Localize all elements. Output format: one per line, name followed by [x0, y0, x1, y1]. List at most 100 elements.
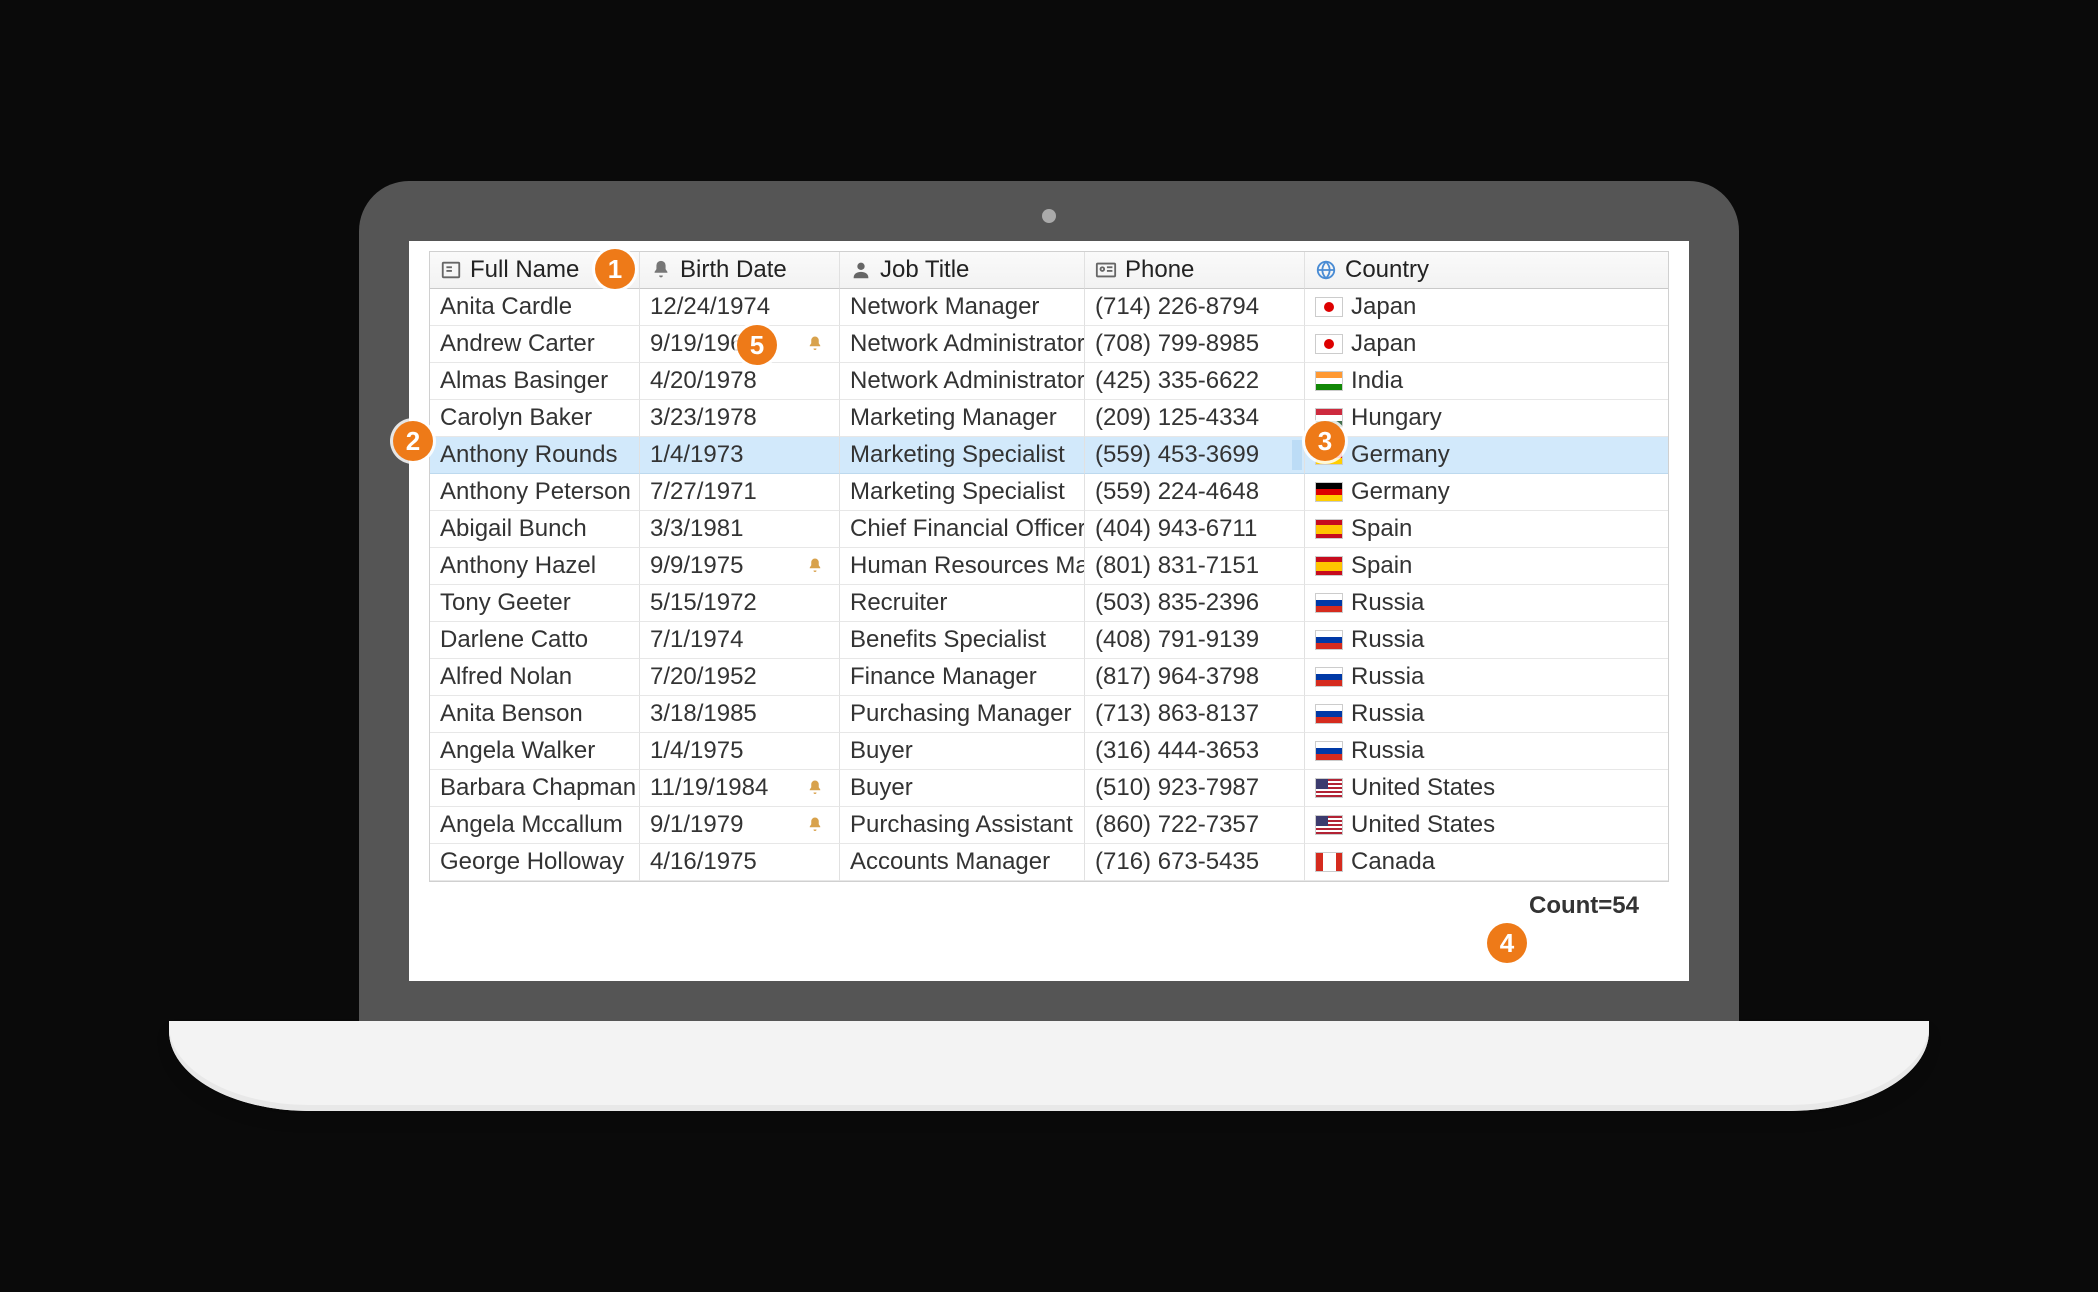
cell-country[interactable]: Japan [1305, 289, 1668, 326]
cell-phone[interactable]: (714) 226-8794 [1085, 289, 1305, 326]
table-row[interactable]: Carolyn Baker3/23/1978Marketing Manager(… [430, 400, 1668, 437]
table-row[interactable]: George Holloway4/16/1975Accounts Manager… [430, 844, 1668, 881]
cell-job-title[interactable]: Recruiter [840, 585, 1085, 622]
table-row[interactable]: Almas Basinger4/20/1978Network Administr… [430, 363, 1668, 400]
table-row[interactable]: Tony Geeter5/15/1972Recruiter(503) 835-2… [430, 585, 1668, 622]
cell-country[interactable]: Spain [1305, 548, 1668, 585]
cell-full-name[interactable]: Anthony Peterson [430, 474, 640, 511]
column-header-job-title[interactable]: Job Title [840, 252, 1085, 289]
cell-birth-date[interactable]: 3/23/1978 [640, 400, 840, 437]
cell-birth-date[interactable]: 3/18/1985 [640, 696, 840, 733]
cell-country[interactable]: Japan [1305, 326, 1668, 363]
cell-job-title[interactable]: Benefits Specialist [840, 622, 1085, 659]
cell-job-title[interactable]: Network Manager [840, 289, 1085, 326]
column-header-birth-date[interactable]: Birth Date [640, 252, 840, 289]
cell-birth-date[interactable]: 1/4/1975 [640, 733, 840, 770]
table-row[interactable]: Anthony Hazel9/9/1975Human Resources Man… [430, 548, 1668, 585]
cell-job-title[interactable]: Marketing Specialist [840, 474, 1085, 511]
table-row[interactable]: Andrew Carter9/19/1967Network Administra… [430, 326, 1668, 363]
cell-full-name[interactable]: Angela Walker [430, 733, 640, 770]
cell-birth-date[interactable]: 9/1/1979 [640, 807, 840, 844]
cell-birth-date[interactable]: 7/1/1974 [640, 622, 840, 659]
cell-phone[interactable]: (817) 964-3798 [1085, 659, 1305, 696]
table-row[interactable]: Anita Cardle12/24/1974Network Manager(71… [430, 289, 1668, 326]
table-row[interactable]: Darlene Catto7/1/1974Benefits Specialist… [430, 622, 1668, 659]
cell-country[interactable]: Germany [1305, 437, 1668, 474]
data-grid[interactable]: Full Name Birth Date Job Title [429, 251, 1669, 882]
cell-phone[interactable]: (713) 863-8137 [1085, 696, 1305, 733]
cell-full-name[interactable]: Angela Mccallum [430, 807, 640, 844]
cell-country[interactable]: Spain [1305, 511, 1668, 548]
cell-country[interactable]: India [1305, 363, 1668, 400]
cell-birth-date[interactable]: 4/20/1978 [640, 363, 840, 400]
cell-job-title[interactable]: Network Administrator [840, 326, 1085, 363]
cell-job-title[interactable]: Buyer [840, 733, 1085, 770]
cell-full-name[interactable]: Tony Geeter [430, 585, 640, 622]
cell-phone[interactable]: (708) 799-8985 [1085, 326, 1305, 363]
cell-full-name[interactable]: Anthony Rounds [430, 437, 640, 474]
table-row[interactable]: Alfred Nolan7/20/1952Finance Manager(817… [430, 659, 1668, 696]
cell-job-title[interactable]: Finance Manager [840, 659, 1085, 696]
cell-full-name[interactable]: Anthony Hazel [430, 548, 640, 585]
cell-phone[interactable]: (860) 722-7357 [1085, 807, 1305, 844]
cell-country[interactable]: Hungary [1305, 400, 1668, 437]
cell-full-name[interactable]: Andrew Carter [430, 326, 640, 363]
cell-phone[interactable]: (510) 923-7987 [1085, 770, 1305, 807]
cell-birth-date[interactable]: 3/3/1981 [640, 511, 840, 548]
cell-birth-date[interactable]: 7/27/1971 [640, 474, 840, 511]
cell-job-title[interactable]: Accounts Manager [840, 844, 1085, 881]
cell-full-name[interactable]: Barbara Chapman [430, 770, 640, 807]
cell-job-title[interactable]: Buyer [840, 770, 1085, 807]
cell-full-name[interactable]: Darlene Catto [430, 622, 640, 659]
cell-phone[interactable]: (559) 453-3699 [1085, 437, 1305, 474]
cell-birth-date[interactable]: 12/24/1974 [640, 289, 840, 326]
cell-full-name[interactable]: Anita Cardle [430, 289, 640, 326]
cell-full-name[interactable]: George Holloway [430, 844, 640, 881]
cell-country[interactable]: Russia [1305, 622, 1668, 659]
cell-job-title[interactable]: Purchasing Assistant [840, 807, 1085, 844]
cell-country[interactable]: United States [1305, 807, 1668, 844]
cell-country[interactable]: Germany [1305, 474, 1668, 511]
cell-country[interactable]: Russia [1305, 733, 1668, 770]
table-row[interactable]: Abigail Bunch3/3/1981Chief Financial Off… [430, 511, 1668, 548]
cell-birth-date[interactable]: 9/9/1975 [640, 548, 840, 585]
cell-country[interactable]: United States [1305, 770, 1668, 807]
cell-full-name[interactable]: Almas Basinger [430, 363, 640, 400]
cell-job-title[interactable]: Purchasing Manager [840, 696, 1085, 733]
cell-phone[interactable]: (316) 444-3653 [1085, 733, 1305, 770]
cell-birth-date[interactable]: 7/20/1952 [640, 659, 840, 696]
cell-birth-date[interactable]: 1/4/1973 [640, 437, 840, 474]
table-row[interactable]: Anthony Peterson7/27/1971Marketing Speci… [430, 474, 1668, 511]
cell-country[interactable]: Russia [1305, 585, 1668, 622]
table-row[interactable]: Anthony Rounds1/4/1973Marketing Speciali… [430, 437, 1668, 474]
cell-job-title[interactable]: Chief Financial Officer [840, 511, 1085, 548]
cell-job-title[interactable]: Marketing Specialist [840, 437, 1085, 474]
cell-phone[interactable]: (209) 125-4334 [1085, 400, 1305, 437]
cell-phone[interactable]: (716) 673-5435 [1085, 844, 1305, 881]
cell-country[interactable]: Canada [1305, 844, 1668, 881]
cell-full-name[interactable]: Carolyn Baker [430, 400, 640, 437]
cell-country[interactable]: Russia [1305, 659, 1668, 696]
cell-job-title[interactable]: Marketing Manager [840, 400, 1085, 437]
table-row[interactable]: Barbara Chapman11/19/1984Buyer(510) 923-… [430, 770, 1668, 807]
cell-job-title[interactable]: Network Administrator [840, 363, 1085, 400]
cell-phone[interactable]: (559) 224-4648 [1085, 474, 1305, 511]
cell-phone[interactable]: (408) 791-9139 [1085, 622, 1305, 659]
cell-full-name[interactable]: Anita Benson [430, 696, 640, 733]
table-row[interactable]: Angela Mccallum9/1/1979Purchasing Assist… [430, 807, 1668, 844]
cell-job-title[interactable]: Human Resources Manager [840, 548, 1085, 585]
cell-full-name[interactable]: Abigail Bunch [430, 511, 640, 548]
cell-birth-date[interactable]: 11/19/1984 [640, 770, 840, 807]
cell-phone[interactable]: (801) 831-7151 [1085, 548, 1305, 585]
cell-birth-date[interactable]: 4/16/1975 [640, 844, 840, 881]
table-row[interactable]: Angela Walker1/4/1975Buyer(316) 444-3653… [430, 733, 1668, 770]
cell-phone[interactable]: (404) 943-6711 [1085, 511, 1305, 548]
column-header-phone[interactable]: Phone [1085, 252, 1305, 289]
cell-full-name[interactable]: Alfred Nolan [430, 659, 640, 696]
table-row[interactable]: Anita Benson3/18/1985Purchasing Manager(… [430, 696, 1668, 733]
cell-phone[interactable]: (425) 335-6622 [1085, 363, 1305, 400]
cell-birth-date[interactable]: 5/15/1972 [640, 585, 840, 622]
cell-phone[interactable]: (503) 835-2396 [1085, 585, 1305, 622]
column-header-country[interactable]: Country [1305, 252, 1668, 289]
cell-country[interactable]: Russia [1305, 696, 1668, 733]
